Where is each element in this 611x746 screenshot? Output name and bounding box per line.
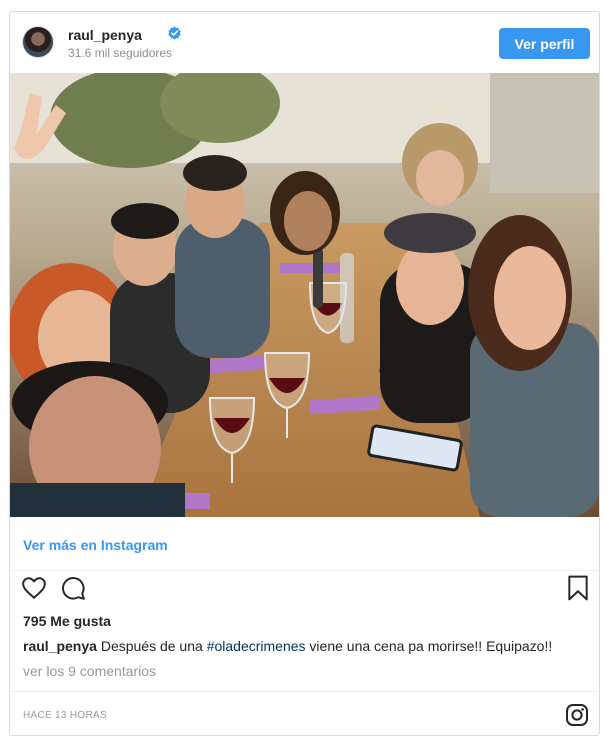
like-count[interactable]: 795 Me gusta (23, 613, 111, 629)
action-bar (10, 572, 599, 612)
heart-icon[interactable] (21, 575, 47, 601)
post-caption: raul_penya Después de una #oladecrimenes… (23, 638, 552, 654)
post-header: raul_penya 31.6 mil seguidores Ver perfi… (10, 12, 599, 74)
caption-text-start: Después de una (96, 638, 207, 654)
view-comments-link[interactable]: ver los 9 comentarios (23, 663, 156, 679)
follower-count: 31.6 mil seguidores (68, 46, 173, 60)
caption-text-end: viene una cena pa morirse!! Equipazo!! (305, 638, 553, 654)
instagram-logo-icon[interactable] (565, 703, 589, 727)
instagram-embed-card: raul_penya 31.6 mil seguidores Ver perfi… (9, 11, 600, 736)
verified-badge-icon (168, 26, 181, 40)
view-profile-button[interactable]: Ver perfil (499, 28, 590, 59)
view-more-section: Ver más en Instagram (10, 517, 599, 571)
post-footer: HACE 13 HORAS (10, 691, 599, 737)
bookmark-icon[interactable] (567, 575, 589, 601)
post-photo[interactable] (10, 73, 599, 517)
hashtag-link[interactable]: #oladecrimenes (207, 638, 306, 654)
username[interactable]: raul_penya (68, 27, 142, 43)
comment-bubble-icon[interactable] (60, 575, 86, 601)
avatar[interactable] (22, 26, 54, 58)
group-selfie-image (10, 73, 599, 517)
caption-username[interactable]: raul_penya (23, 638, 97, 654)
post-timestamp: HACE 13 HORAS (23, 710, 107, 721)
view-more-link[interactable]: Ver más en Instagram (23, 537, 168, 553)
